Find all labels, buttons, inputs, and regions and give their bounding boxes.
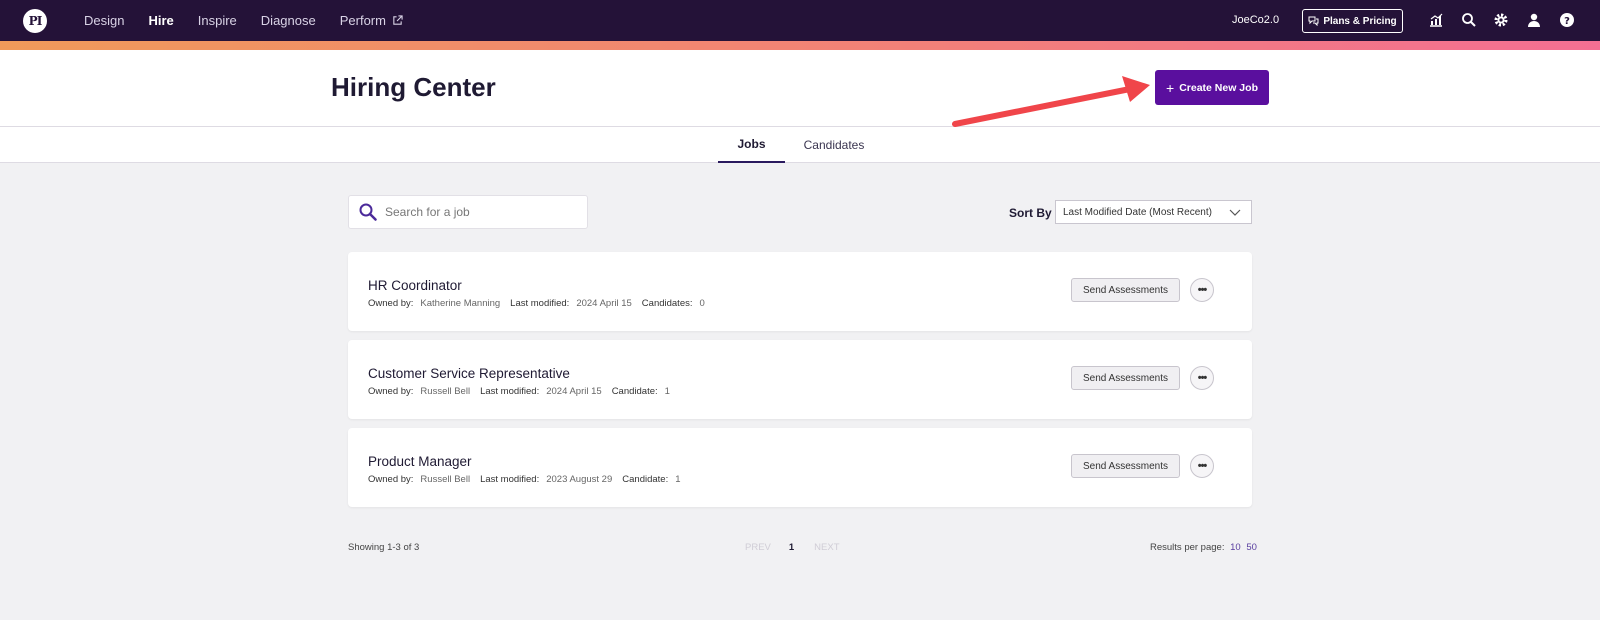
next-page-button[interactable]: NEXT (814, 542, 839, 553)
send-assessments-button[interactable]: Send Assessments (1071, 278, 1180, 302)
send-assessments-button[interactable]: Send Assessments (1071, 454, 1180, 478)
sort-by-label: Sort By (1009, 206, 1052, 220)
plans-pricing-button[interactable]: Plans & Pricing (1302, 9, 1403, 33)
company-name[interactable]: JoeCo2.0 (1232, 14, 1279, 26)
nav-perform[interactable]: Perform (340, 13, 403, 28)
results-per-page-label: Results per page: (1150, 542, 1225, 553)
pi-logo[interactable]: PI (23, 9, 47, 33)
chat-bubbles-icon (1308, 16, 1319, 26)
job-card[interactable]: HR Coordinator Owned by: Katherine Manni… (348, 252, 1252, 331)
help-icon[interactable]: ? (1559, 12, 1575, 28)
last-modified-label: Last modified: (480, 474, 540, 485)
job-search-box (348, 195, 588, 229)
tab-candidates[interactable]: Candidates (797, 127, 871, 163)
sort-select-value: Last Modified Date (Most Recent) (1063, 206, 1212, 218)
job-meta: Owned by: Katherine Manning Last modifie… (368, 298, 715, 309)
page-header: Hiring Center + Create New Job (0, 50, 1600, 127)
send-assessments-button[interactable]: Send Assessments (1071, 366, 1180, 390)
nav-perform-label: Perform (339, 13, 386, 28)
owned-by-label: Owned by: (368, 298, 414, 309)
red-arrow-annotation (952, 76, 1150, 127)
last-modified-label: Last modified: (510, 298, 570, 309)
candidates-label: Candidate: (611, 386, 658, 397)
top-navigation: PI Design Hire Inspire Diagnose Perform … (0, 0, 1600, 41)
job-owner: Russell Bell (420, 386, 471, 397)
current-page[interactable]: 1 (789, 542, 794, 553)
plans-pricing-label: Plans & Pricing (1323, 15, 1397, 27)
job-card[interactable]: Product Manager Owned by: Russell Bell L… (348, 428, 1252, 507)
page-title: Hiring Center (331, 72, 496, 102)
search-input[interactable] (385, 205, 575, 219)
external-link-icon (393, 15, 403, 25)
pagination: PREV 1 NEXT (745, 542, 840, 553)
last-modified-label: Last modified: (480, 386, 540, 397)
per-page-option-50[interactable]: 50 (1246, 542, 1257, 553)
chevron-down-icon (1229, 209, 1241, 216)
job-modified-date: 2023 August 29 (546, 474, 613, 485)
results-per-page: Results per page: 10 50 (1150, 542, 1257, 553)
owned-by-label: Owned by: (368, 474, 414, 485)
job-modified-date: 2024 April 15 (576, 298, 632, 309)
nav-design[interactable]: Design (84, 13, 124, 28)
main-nav: Design Hire Inspire Diagnose Perform (84, 0, 427, 41)
job-title[interactable]: HR Coordinator (368, 278, 462, 293)
candidates-label: Candidate: (622, 474, 669, 485)
plus-icon: + (1166, 79, 1175, 96)
candidate-count: 1 (664, 386, 670, 397)
job-meta: Owned by: Russell Bell Last modified: 20… (368, 386, 680, 397)
nav-hire[interactable]: Hire (148, 13, 173, 28)
per-page-option-10[interactable]: 10 (1230, 542, 1241, 553)
search-icon (359, 203, 377, 221)
user-icon[interactable] (1526, 12, 1542, 28)
tab-bar: Jobs Candidates (0, 127, 1600, 163)
brand-gradient-bar (0, 41, 1600, 50)
gear-icon[interactable] (1493, 12, 1509, 28)
job-owner: Katherine Manning (420, 298, 501, 309)
candidate-count: 0 (699, 298, 705, 309)
nav-inspire[interactable]: Inspire (198, 13, 237, 28)
job-meta: Owned by: Russell Bell Last modified: 20… (368, 474, 691, 485)
sort-select[interactable]: Last Modified Date (Most Recent) (1055, 200, 1252, 224)
job-title[interactable]: Customer Service Representative (368, 366, 570, 381)
search-icon[interactable] (1461, 12, 1477, 28)
job-owner: Russell Bell (420, 474, 471, 485)
results-count: Showing 1-3 of 3 (348, 542, 420, 553)
nav-diagnose[interactable]: Diagnose (261, 13, 316, 28)
owned-by-label: Owned by: (368, 386, 414, 397)
analytics-icon[interactable] (1428, 12, 1444, 28)
job-card[interactable]: Customer Service Representative Owned by… (348, 340, 1252, 419)
more-options-icon[interactable]: ••• (1190, 454, 1214, 478)
more-options-icon[interactable]: ••• (1190, 278, 1214, 302)
candidates-label: Candidates: (641, 298, 693, 309)
candidate-count: 1 (675, 474, 681, 485)
svg-text:?: ? (1564, 16, 1570, 27)
prev-page-button[interactable]: PREV (745, 542, 771, 553)
job-title[interactable]: Product Manager (368, 454, 472, 469)
job-modified-date: 2024 April 15 (546, 386, 602, 397)
create-new-job-label: Create New Job (1179, 81, 1258, 94)
create-new-job-button[interactable]: + Create New Job (1155, 70, 1269, 105)
tab-jobs[interactable]: Jobs (718, 127, 785, 163)
more-options-icon[interactable]: ••• (1190, 366, 1214, 390)
